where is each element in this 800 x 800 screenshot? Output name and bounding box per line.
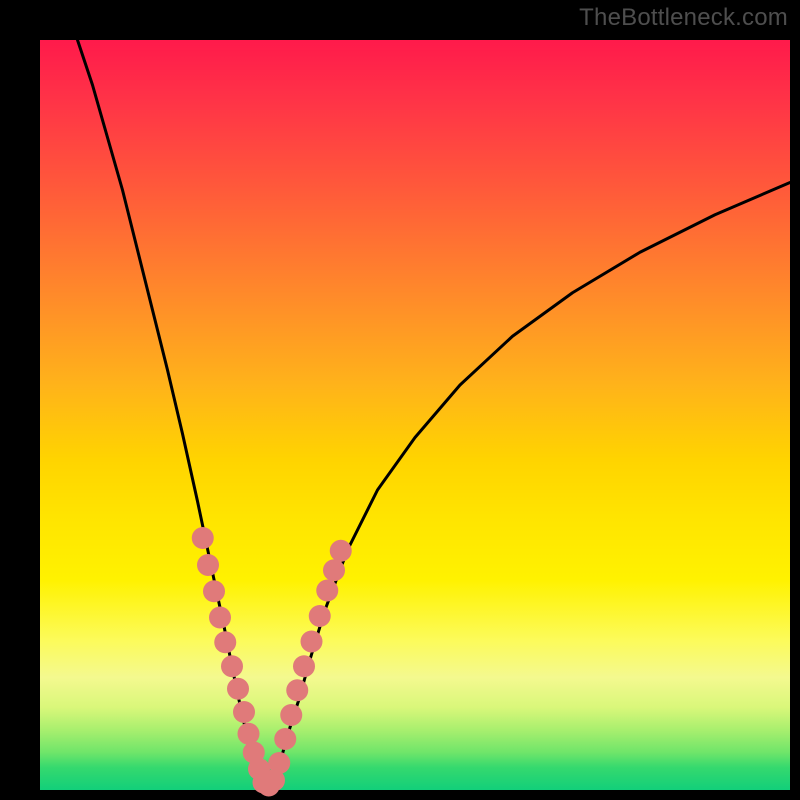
marker-dot (192, 527, 214, 549)
marker-dot (197, 554, 219, 576)
marker-dots (192, 527, 352, 797)
marker-dot (214, 631, 236, 653)
marker-dot (293, 655, 315, 677)
marker-dot (330, 540, 352, 562)
marker-dot (316, 580, 338, 602)
marker-dot (286, 679, 308, 701)
curve-lines (78, 40, 791, 788)
watermark-text: TheBottleneck.com (579, 4, 788, 32)
chart-svg (40, 40, 790, 790)
marker-dot (274, 728, 296, 750)
marker-dot (323, 559, 345, 581)
marker-dot (227, 678, 249, 700)
series-right-arm (265, 183, 790, 788)
marker-dot (301, 631, 323, 653)
marker-dot (238, 723, 260, 745)
plot-area (40, 40, 790, 790)
marker-dot (280, 704, 302, 726)
marker-dot (268, 752, 290, 774)
marker-dot (233, 701, 255, 723)
marker-dot (209, 607, 231, 629)
marker-dot (309, 605, 331, 627)
marker-dot (221, 655, 243, 677)
marker-dot (203, 580, 225, 602)
chart-frame: TheBottleneck.com (0, 0, 800, 800)
